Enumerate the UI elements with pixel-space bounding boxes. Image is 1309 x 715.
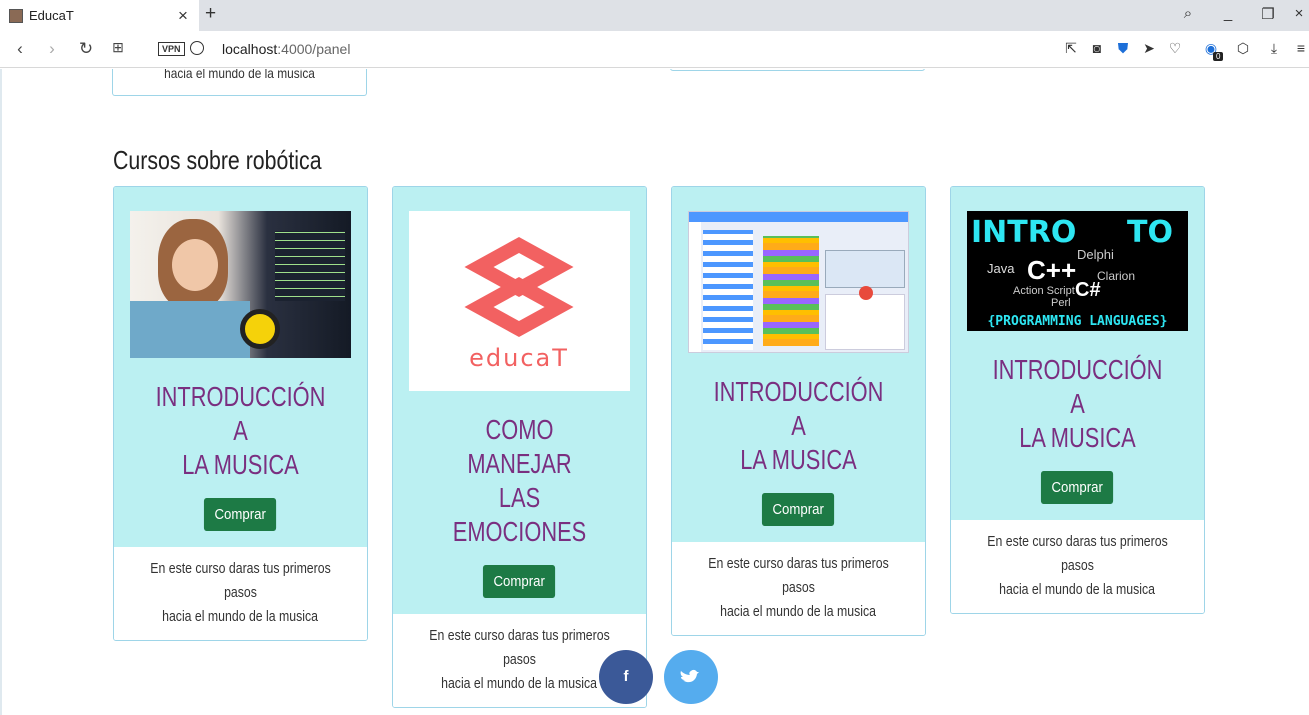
page-content: hacia el mundo de la musica Cursos sobre… (0, 69, 1309, 715)
send-icon[interactable]: ➤ (1140, 40, 1158, 57)
card-title: INTRODUCCIÓN A LA MUSICA (154, 380, 326, 482)
restore-icon[interactable]: ❐ (1258, 5, 1278, 23)
buy-button[interactable]: Comprar (483, 565, 556, 598)
card-description: En este curso daras tus primeros pasos h… (114, 547, 367, 640)
desc-line1: En este curso daras tus primeros pasos (150, 560, 331, 601)
card-title: COMO MANEJAR LAS EMOCIONES (433, 413, 605, 549)
card-title-line2: LA MUSICA (182, 449, 299, 480)
tabs-grid-icon[interactable]: ⊞ (108, 39, 128, 56)
desc-line2: hacia el mundo de la musica (162, 608, 319, 625)
url-path: :4000/panel (277, 41, 351, 57)
card-top: educaT COMO MANEJAR LAS EMOCIONES Compra… (393, 187, 646, 614)
heart-icon[interactable]: ♡ (1166, 40, 1184, 57)
buy-button[interactable]: Comprar (204, 498, 277, 531)
desc-line2: hacia el mundo de la musica (720, 603, 877, 620)
desc-line2: hacia el mundo de la musica (441, 675, 598, 692)
twitter-bird-icon (680, 669, 699, 683)
url-field[interactable]: localhost:4000/panel (222, 41, 350, 57)
extension-badge: 0 (1213, 52, 1224, 61)
card-title-line2: LA MUSICA (1019, 422, 1136, 453)
prev-card-1: hacia el mundo de la musica (112, 69, 367, 96)
img-title-left: INTRO (971, 215, 1077, 250)
prev-card-desc: hacia el mundo de la musica (164, 69, 315, 81)
card-top: INTRO TO C++ Java Delphi Clarion C# Acti… (951, 187, 1204, 520)
img-footer: {PROGRAMMING LANGUAGES} (987, 314, 1168, 329)
buy-button[interactable]: Comprar (762, 493, 835, 526)
globe-icon (190, 41, 204, 55)
card-title: INTRODUCCIÓN A LA MUSICA (991, 353, 1163, 455)
card-title-line1: INTRODUCCIÓN A (992, 354, 1163, 419)
card-description: En este curso daras tus primeros pasos h… (951, 520, 1204, 613)
educat-logo-image: educaT (409, 211, 630, 391)
search-icon[interactable]: ⌕ (1178, 5, 1198, 22)
tab-bar: EducaT × + ⌕ _ ❐ × (0, 0, 1309, 31)
menu-icon[interactable]: ≡ (1292, 40, 1309, 56)
educat-logo-icon: educaT (464, 237, 574, 372)
desc-line1: En este curso daras tus primeros pasos (708, 555, 889, 596)
tab-title: EducaT (29, 8, 74, 23)
card-title: INTRODUCCIÓN A LA MUSICA (712, 375, 884, 477)
desc-line2: hacia el mundo de la musica (999, 581, 1156, 598)
browser-window: EducaT × + ⌕ _ ❐ × ‹ › ↻ ⊞ VPN localhost… (0, 0, 1309, 715)
card-title-line2: LAS EMOCIONES (452, 482, 587, 547)
address-bar: ‹ › ↻ ⊞ VPN localhost:4000/panel ⇱ ◙ ⛊ ➤… (0, 31, 1309, 68)
camera-icon[interactable]: ◙ (1088, 40, 1106, 56)
desc-line1: En este curso daras tus primeros pasos (429, 627, 610, 668)
shield-icon[interactable]: ⛊ (1114, 40, 1132, 57)
card-description: En este curso daras tus primeros pasos h… (672, 542, 925, 635)
back-icon[interactable]: ‹ (10, 39, 30, 59)
girl-robot-image (130, 211, 351, 358)
course-card-1: INTRODUCCIÓN A LA MUSICA Comprar En este… (113, 186, 368, 641)
cube-icon[interactable]: ⬡ (1234, 40, 1252, 57)
vpn-badge[interactable]: VPN (158, 42, 185, 56)
close-window-icon[interactable]: × (1289, 5, 1309, 22)
card-title-line1: COMO MANEJAR (467, 414, 572, 479)
card-title-line1: INTRODUCCIÓN A (155, 381, 326, 446)
close-tab-icon[interactable]: × (173, 6, 193, 26)
card-title-line1: INTRODUCCIÓN A (713, 376, 884, 441)
card-top: INTRODUCCIÓN A LA MUSICA Comprar (672, 187, 925, 542)
logo-text: educaT (469, 344, 569, 372)
desc-line1: En este curso daras tus primeros pasos (987, 533, 1168, 574)
facebook-icon[interactable]: f (599, 650, 653, 704)
reload-icon[interactable]: ↻ (76, 39, 96, 59)
card-top: INTRODUCCIÓN A LA MUSICA Comprar (114, 187, 367, 547)
course-card-4: INTRO TO C++ Java Delphi Clarion C# Acti… (950, 186, 1205, 614)
forward-icon[interactable]: › (42, 39, 62, 59)
url-host: localhost (222, 41, 278, 57)
img-title-right: TO (1127, 215, 1173, 250)
course-card-3: INTRODUCCIÓN A LA MUSICA Comprar En este… (671, 186, 926, 636)
new-tab-icon[interactable]: + (205, 3, 225, 25)
favicon-icon (9, 8, 23, 23)
section-title: Cursos sobre robótica (113, 145, 322, 175)
programming-languages-image: INTRO TO C++ Java Delphi Clarion C# Acti… (967, 211, 1188, 331)
tab-educat[interactable]: EducaT × (0, 0, 199, 31)
course-card-2: educaT COMO MANEJAR LAS EMOCIONES Compra… (392, 186, 647, 708)
card-title-line2: LA MUSICA (740, 444, 857, 475)
prev-card-3 (670, 69, 925, 71)
download-icon[interactable]: ⤓ (1265, 40, 1283, 57)
twitter-icon[interactable] (664, 650, 718, 704)
share-icon[interactable]: ⇱ (1062, 40, 1080, 57)
buy-button[interactable]: Comprar (1041, 471, 1114, 504)
scratch-editor-image (688, 211, 909, 353)
minimize-icon[interactable]: _ (1218, 5, 1238, 22)
